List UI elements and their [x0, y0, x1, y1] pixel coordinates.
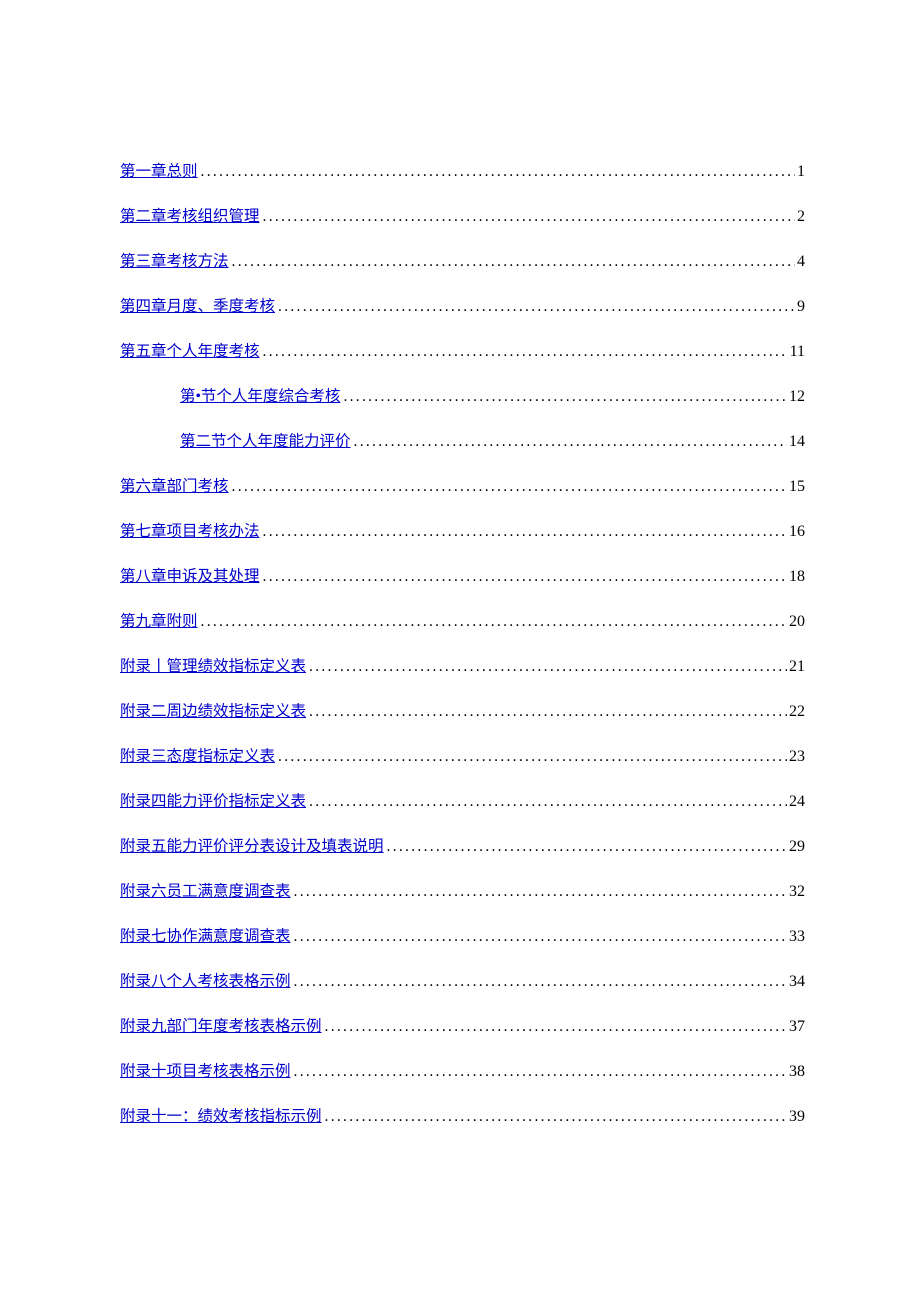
toc-entry: 附录三态度指标定义表 23 — [120, 745, 805, 769]
toc-leader-dots — [351, 430, 787, 453]
toc-leader-dots — [306, 790, 787, 813]
toc-container: 第一章总则 1 第二章考核组织管理 2 第三章考核方法 4 第四章月度、季度考核 9 第五章个人… — [120, 160, 805, 1129]
toc-page-number: 20 — [787, 610, 805, 634]
toc-page-number: 2 — [795, 205, 805, 229]
toc-link[interactable]: 附录九部门年度考核表格示例 — [120, 1015, 322, 1038]
toc-entry: 第•节个人年度综合考核 12 — [120, 385, 805, 409]
toc-leader-dots — [198, 160, 795, 183]
toc-link[interactable]: 第七章项目考核办法 — [120, 520, 260, 543]
toc-entry: 附录六员工满意度调查表 32 — [120, 880, 805, 904]
toc-page-number: 15 — [787, 475, 805, 499]
toc-entry: 附录二周边绩效指标定义表 22 — [120, 700, 805, 724]
toc-leader-dots — [260, 340, 788, 363]
toc-leader-dots — [306, 700, 787, 723]
toc-page: 第一章总则 1 第二章考核组织管理 2 第三章考核方法 4 第四章月度、季度考核 9 第五章个人… — [0, 0, 920, 1250]
toc-leader-dots — [275, 745, 787, 768]
toc-page-number: 4 — [795, 250, 805, 274]
toc-link[interactable]: 附录丨管理绩效指标定义表 — [120, 655, 306, 678]
toc-link[interactable]: 第六章部门考核 — [120, 475, 229, 498]
toc-leader-dots — [260, 520, 787, 543]
toc-entry: 第二章考核组织管理 2 — [120, 205, 805, 229]
toc-entry: 附录十一：绩效考核指标示例 39 — [120, 1105, 805, 1129]
toc-page-number: 14 — [787, 430, 805, 454]
toc-page-number: 34 — [787, 970, 805, 994]
toc-leader-dots — [291, 1060, 787, 1083]
toc-page-number: 32 — [787, 880, 805, 904]
toc-entry: 附录十项目考核表格示例 38 — [120, 1060, 805, 1084]
toc-link[interactable]: 第二章考核组织管理 — [120, 205, 260, 228]
toc-leader-dots — [229, 250, 795, 273]
toc-entry: 第九章附则 20 — [120, 610, 805, 634]
toc-entry: 第三章考核方法 4 — [120, 250, 805, 274]
toc-page-number: 18 — [787, 565, 805, 589]
toc-entry: 第五章个人年度考核 11 — [120, 340, 805, 364]
toc-link[interactable]: 附录二周边绩效指标定义表 — [120, 700, 306, 723]
toc-leader-dots — [322, 1105, 787, 1128]
toc-entry: 附录七协作满意度调查表 33 — [120, 925, 805, 949]
toc-entry: 附录五能力评价评分表设计及填表说明 29 — [120, 835, 805, 859]
toc-entry: 附录丨管理绩效指标定义表 21 — [120, 655, 805, 679]
toc-link[interactable]: 第四章月度、季度考核 — [120, 295, 275, 318]
toc-link[interactable]: 第九章附则 — [120, 610, 198, 633]
toc-link[interactable]: 附录六员工满意度调查表 — [120, 880, 291, 903]
toc-page-number: 39 — [787, 1105, 805, 1129]
toc-link[interactable]: 第八章申诉及其处理 — [120, 565, 260, 588]
toc-leader-dots — [306, 655, 787, 678]
toc-page-number: 24 — [787, 790, 805, 814]
toc-page-number: 11 — [788, 340, 805, 364]
toc-leader-dots — [291, 970, 787, 993]
toc-page-number: 1 — [795, 160, 805, 184]
toc-entry: 第八章申诉及其处理 18 — [120, 565, 805, 589]
toc-entry: 第一章总则 1 — [120, 160, 805, 184]
toc-link[interactable]: 第三章考核方法 — [120, 250, 229, 273]
toc-page-number: 22 — [787, 700, 805, 724]
toc-link[interactable]: 附录十一：绩效考核指标示例 — [120, 1105, 322, 1128]
toc-page-number: 33 — [787, 925, 805, 949]
toc-leader-dots — [198, 610, 787, 633]
toc-link[interactable]: 第二节个人年度能力评价 — [180, 430, 351, 453]
toc-entry: 附录九部门年度考核表格示例 37 — [120, 1015, 805, 1039]
toc-entry: 附录四能力评价指标定义表 24 — [120, 790, 805, 814]
toc-leader-dots — [260, 205, 795, 228]
toc-leader-dots — [384, 835, 787, 858]
toc-link[interactable]: 附录八个人考核表格示例 — [120, 970, 291, 993]
toc-link[interactable]: 第一章总则 — [120, 160, 198, 183]
toc-link[interactable]: 第五章个人年度考核 — [120, 340, 260, 363]
toc-link[interactable]: 附录五能力评价评分表设计及填表说明 — [120, 835, 384, 858]
toc-entry: 第七章项目考核办法 16 — [120, 520, 805, 544]
toc-entry: 第六章部门考核 15 — [120, 475, 805, 499]
toc-leader-dots — [322, 1015, 787, 1038]
toc-link[interactable]: 第•节个人年度综合考核 — [180, 385, 340, 408]
toc-entry: 第二节个人年度能力评价 14 — [120, 430, 805, 454]
toc-leader-dots — [291, 925, 787, 948]
toc-leader-dots — [275, 295, 795, 318]
toc-entry: 附录八个人考核表格示例 34 — [120, 970, 805, 994]
toc-link[interactable]: 附录七协作满意度调查表 — [120, 925, 291, 948]
toc-page-number: 23 — [787, 745, 805, 769]
toc-page-number: 16 — [787, 520, 805, 544]
toc-link[interactable]: 附录十项目考核表格示例 — [120, 1060, 291, 1083]
toc-page-number: 37 — [787, 1015, 805, 1039]
toc-link[interactable]: 附录三态度指标定义表 — [120, 745, 275, 768]
toc-leader-dots — [229, 475, 787, 498]
toc-page-number: 9 — [795, 295, 805, 319]
toc-entry: 第四章月度、季度考核 9 — [120, 295, 805, 319]
toc-link[interactable]: 附录四能力评价指标定义表 — [120, 790, 306, 813]
toc-leader-dots — [340, 385, 787, 408]
toc-leader-dots — [260, 565, 787, 588]
toc-page-number: 38 — [787, 1060, 805, 1084]
toc-leader-dots — [291, 880, 787, 903]
toc-page-number: 12 — [787, 385, 805, 409]
toc-page-number: 21 — [787, 655, 805, 679]
toc-page-number: 29 — [787, 835, 805, 859]
